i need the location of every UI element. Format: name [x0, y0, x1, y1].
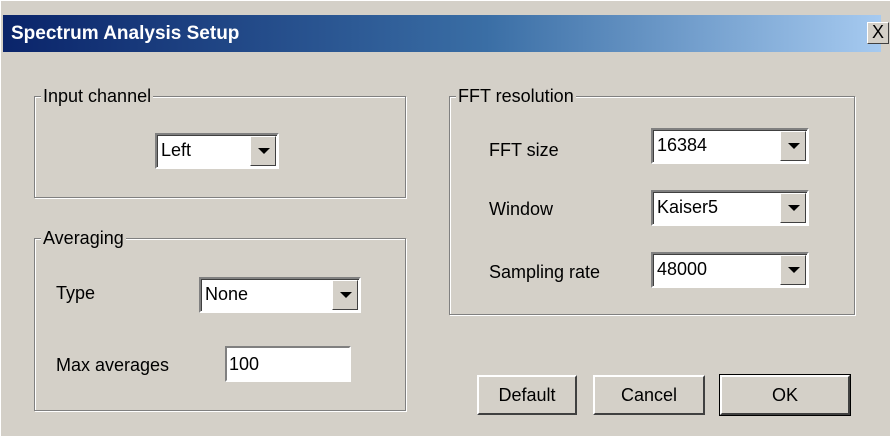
input-channel-select[interactable]: Left — [155, 133, 279, 169]
fft-size-select[interactable]: 16384 — [651, 128, 809, 164]
chevron-down-icon — [258, 148, 270, 154]
sampling-rate-value: 48000 — [657, 259, 708, 279]
default-button[interactable]: Default — [477, 375, 577, 415]
chevron-down-icon — [788, 267, 800, 273]
max-averages-label: Max averages — [56, 355, 170, 375]
ok-button[interactable]: OK — [719, 374, 851, 416]
close-button[interactable]: X — [867, 22, 889, 44]
averaging-type-select[interactable]: None — [199, 277, 361, 313]
sampling-rate-label: Sampling rate — [489, 262, 601, 282]
sampling-rate-select[interactable]: 48000 — [651, 252, 809, 288]
fft-size-label: FFT size — [489, 140, 559, 160]
sampling-rate-dropdown-button[interactable] — [780, 255, 806, 285]
title-bar[interactable]: Spectrum Analysis Setup X — [3, 15, 889, 52]
spectrum-setup-dialog: Spectrum Analysis Setup X Input channel … — [0, 0, 890, 436]
chevron-down-icon — [788, 205, 800, 211]
max-averages-value: 100 — [229, 354, 260, 374]
fft-resolution-group: FFT resolution FFT size 16384 Window Kai… — [449, 85, 855, 315]
chevron-down-icon — [340, 292, 352, 298]
input-channel-group: Input channel Left — [34, 85, 406, 198]
averaging-type-value: None — [205, 284, 249, 304]
cancel-button[interactable]: Cancel — [593, 375, 705, 415]
fft-resolution-legend: FFT resolution — [456, 85, 576, 107]
type-label: Type — [56, 283, 96, 303]
chevron-down-icon — [788, 143, 800, 149]
window-select[interactable]: Kaiser5 — [651, 190, 809, 226]
input-channel-legend: Input channel — [41, 85, 154, 107]
window-value: Kaiser5 — [657, 197, 719, 217]
input-channel-dropdown-button[interactable] — [250, 136, 276, 166]
averaging-type-dropdown-button[interactable] — [332, 280, 358, 310]
max-averages-input[interactable]: 100 — [225, 346, 351, 382]
input-channel-value: Left — [161, 140, 192, 160]
fft-size-dropdown-button[interactable] — [780, 131, 806, 161]
window-title: Spectrum Analysis Setup — [11, 23, 240, 44]
fft-size-value: 16384 — [657, 135, 708, 155]
averaging-legend: Averaging — [41, 227, 126, 249]
averaging-group: Averaging Type None Max averages 100 — [34, 227, 406, 411]
close-icon: X — [871, 22, 884, 42]
window-label: Window — [489, 199, 554, 219]
window-dropdown-button[interactable] — [780, 193, 806, 223]
